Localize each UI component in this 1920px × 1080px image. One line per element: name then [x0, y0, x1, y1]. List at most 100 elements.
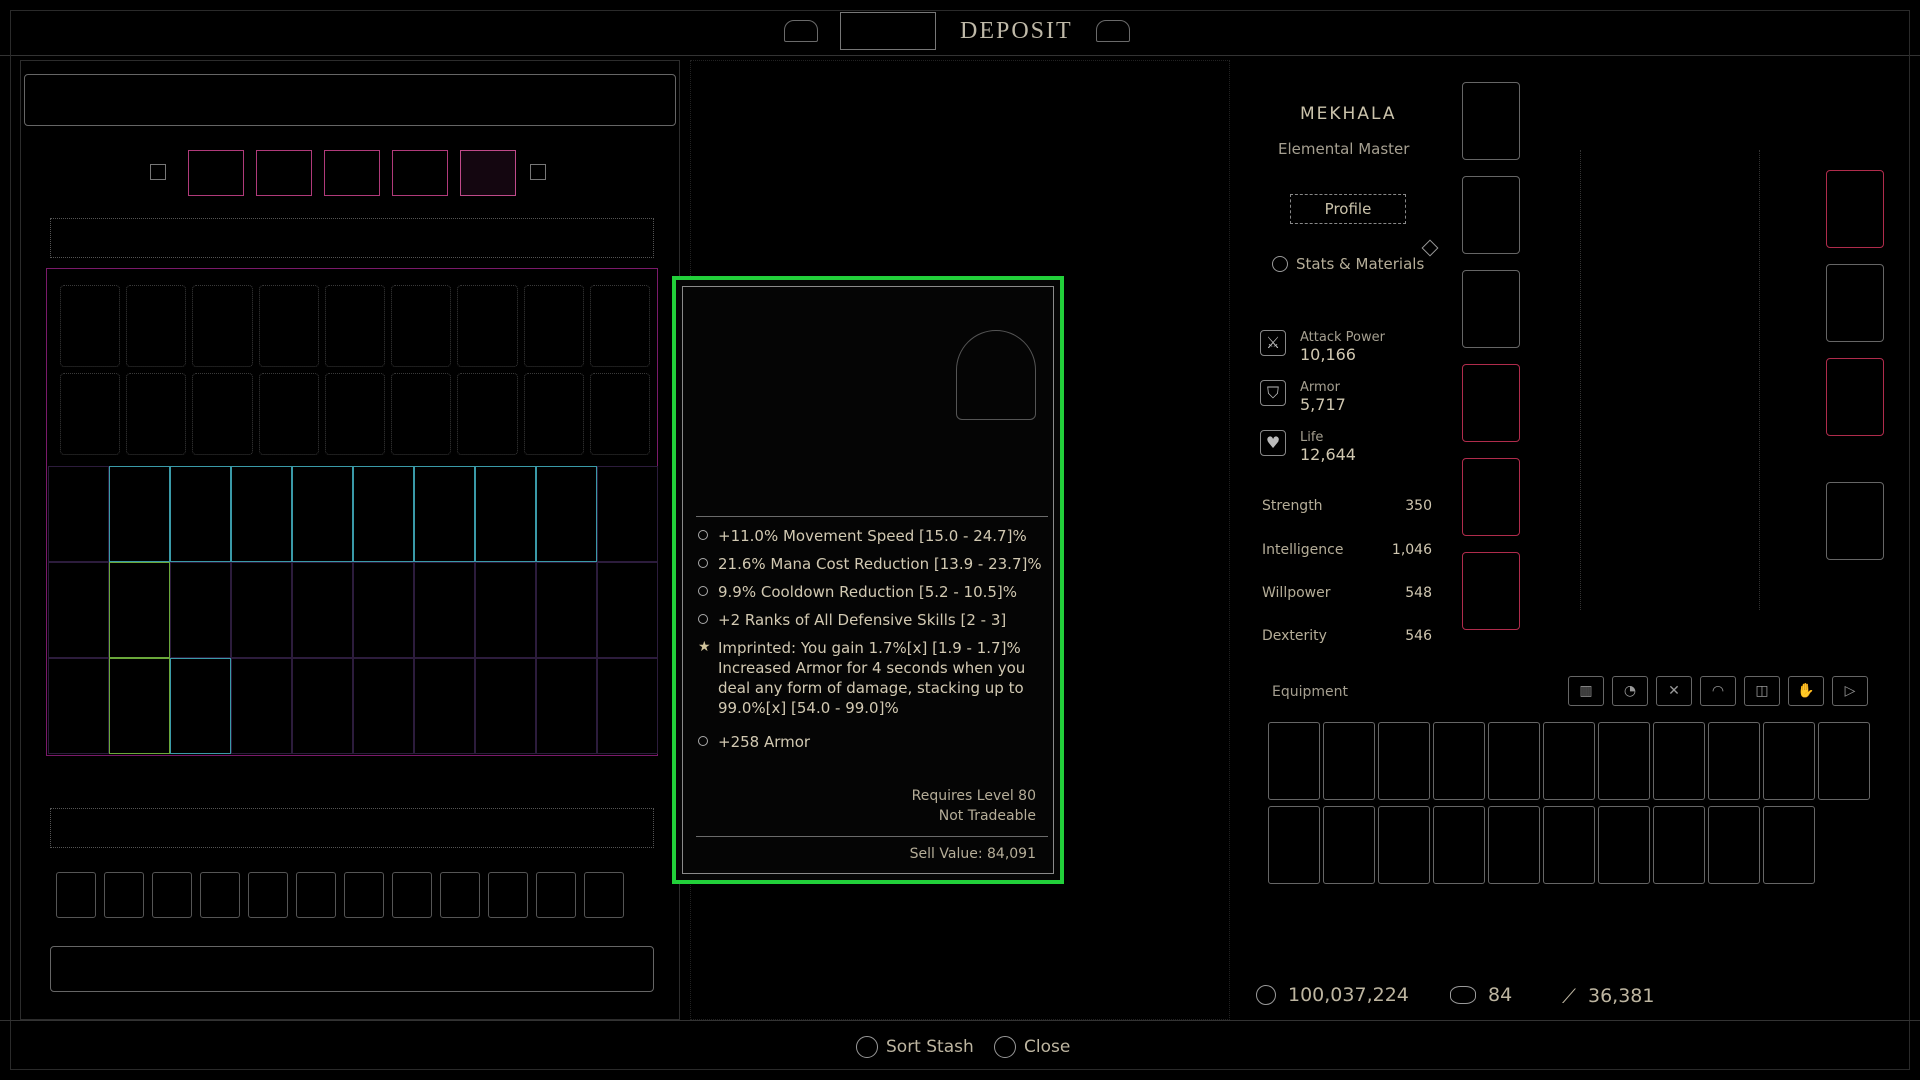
quick-slot[interactable] — [56, 872, 96, 918]
quick-slot[interactable] — [152, 872, 192, 918]
stash-slot[interactable] — [475, 466, 536, 562]
stash-tab-4[interactable] — [392, 150, 448, 196]
inventory-slot[interactable] — [1763, 806, 1815, 884]
stash-item-icon[interactable] — [391, 285, 452, 367]
filter-helm-icon[interactable]: ◠ — [1700, 676, 1736, 706]
ring-slot-1[interactable] — [1826, 264, 1884, 342]
inventory-slot[interactable] — [1378, 722, 1430, 800]
boots-slot[interactable] — [1462, 458, 1520, 536]
quick-slot[interactable] — [392, 872, 432, 918]
stash-item-icon[interactable] — [60, 285, 121, 367]
inventory-slot[interactable] — [1598, 722, 1650, 800]
inventory-slot[interactable] — [1763, 722, 1815, 800]
filter-all-icon[interactable]: ▥ — [1568, 676, 1604, 706]
pants-slot[interactable] — [1462, 364, 1520, 442]
stash-item-icon[interactable] — [126, 373, 187, 455]
inventory-slot[interactable] — [1268, 806, 1320, 884]
stats-materials-link[interactable]: Stats & Materials — [1272, 255, 1424, 273]
stash-slot[interactable] — [292, 466, 353, 562]
stash-slot[interactable] — [292, 562, 353, 658]
sort-stash-button[interactable]: Sort Stash — [856, 1036, 974, 1058]
attribute-dexterity[interactable]: Dexterity 546 — [1262, 628, 1432, 644]
inventory-slot[interactable] — [1323, 806, 1375, 884]
tab-prev-icon[interactable] — [150, 164, 166, 180]
stash-slot[interactable] — [597, 466, 658, 562]
inventory-slot[interactable] — [1653, 806, 1705, 884]
stash-slot[interactable] — [536, 466, 597, 562]
attribute-strength[interactable]: Strength 350 — [1262, 498, 1432, 514]
quick-slot[interactable] — [296, 872, 336, 918]
stash-slot[interactable] — [109, 562, 170, 658]
ring-slot-2[interactable] — [1826, 358, 1884, 436]
stash-slot[interactable] — [536, 658, 597, 754]
inventory-slot[interactable] — [1378, 806, 1430, 884]
stash-item-icon[interactable] — [457, 373, 518, 455]
stash-slot[interactable] — [292, 658, 353, 754]
stash-slot[interactable] — [109, 658, 170, 754]
quick-slot[interactable] — [344, 872, 384, 918]
tab-next-icon[interactable] — [530, 164, 546, 180]
stash-slot[interactable] — [597, 562, 658, 658]
stash-slot[interactable] — [536, 562, 597, 658]
stash-slot[interactable] — [353, 658, 414, 754]
stash-slot[interactable] — [475, 562, 536, 658]
stash-item-icon[interactable] — [192, 373, 253, 455]
quick-slot[interactable] — [248, 872, 288, 918]
core-stat-armor[interactable]: ⛉ Armor 5,717 — [1260, 380, 1346, 414]
filter-weapon-icon[interactable]: ✕ — [1656, 676, 1692, 706]
stash-slot[interactable] — [170, 562, 231, 658]
stash-slot[interactable] — [353, 466, 414, 562]
helm-slot[interactable] — [1462, 82, 1520, 160]
gloves-slot[interactable] — [1462, 270, 1520, 348]
stash-slot[interactable] — [109, 466, 170, 562]
stash-item-icon[interactable] — [589, 285, 650, 367]
stash-tab-1[interactable] — [188, 150, 244, 196]
inventory-slot[interactable] — [1543, 806, 1595, 884]
inventory-slot[interactable] — [1708, 722, 1760, 800]
filter-next-icon[interactable]: ▷ — [1832, 676, 1868, 706]
inventory-slot[interactable] — [1598, 806, 1650, 884]
stash-slot[interactable] — [48, 658, 109, 754]
stash-slot[interactable] — [414, 658, 475, 754]
stash-slot[interactable] — [48, 466, 109, 562]
quick-slot[interactable] — [536, 872, 576, 918]
stash-tab-3[interactable] — [324, 150, 380, 196]
stash-slot[interactable] — [48, 562, 109, 658]
inventory-slot[interactable] — [1323, 722, 1375, 800]
stash-slot[interactable] — [414, 562, 475, 658]
filter-search-icon[interactable]: ◔ — [1612, 676, 1648, 706]
quick-slot[interactable] — [104, 872, 144, 918]
inventory-slot[interactable] — [1268, 722, 1320, 800]
stash-item-icon[interactable] — [324, 285, 386, 367]
offhand-slot[interactable] — [1826, 482, 1884, 560]
stash-slot[interactable] — [170, 658, 231, 754]
quick-slot[interactable] — [440, 872, 480, 918]
inventory-slot[interactable] — [1653, 722, 1705, 800]
chest-slot[interactable] — [1462, 176, 1520, 254]
attribute-willpower[interactable]: Willpower 548 — [1262, 585, 1432, 601]
stash-item-icon[interactable] — [523, 285, 584, 367]
stash-tab-2[interactable] — [256, 150, 312, 196]
stash-item-icon[interactable] — [523, 373, 584, 455]
weapon-slot[interactable] — [1462, 552, 1520, 630]
stash-slot[interactable] — [231, 562, 292, 658]
stash-slot[interactable] — [231, 466, 292, 562]
profile-button[interactable]: Profile — [1290, 194, 1406, 224]
stash-item-icon[interactable] — [391, 373, 452, 455]
stash-slot[interactable] — [475, 658, 536, 754]
filter-gloves-icon[interactable]: ✋ — [1788, 676, 1824, 706]
quick-slot[interactable] — [488, 872, 528, 918]
stash-item-icon[interactable] — [60, 373, 121, 455]
inventory-slot[interactable] — [1708, 806, 1760, 884]
inventory-slot[interactable] — [1433, 722, 1485, 800]
inventory-slot[interactable] — [1818, 722, 1870, 800]
amulet-slot[interactable] — [1826, 170, 1884, 248]
stash-item-icon[interactable] — [126, 285, 187, 367]
stash-slot[interactable] — [231, 658, 292, 754]
stash-slot[interactable] — [353, 562, 414, 658]
stash-item-icon[interactable] — [258, 285, 319, 367]
quick-slot[interactable] — [200, 872, 240, 918]
stash-item-icon[interactable] — [457, 285, 518, 367]
stash-item-icon[interactable] — [258, 373, 319, 455]
close-button[interactable]: Close — [994, 1036, 1070, 1058]
